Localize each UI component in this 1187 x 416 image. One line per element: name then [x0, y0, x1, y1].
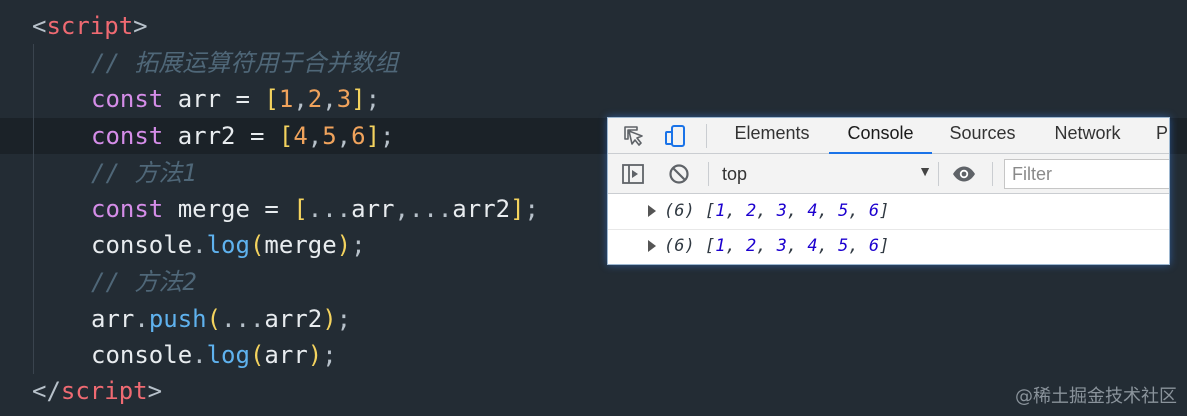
number-literal: 2 [307, 85, 323, 113]
tag-bracket-close: > [133, 12, 148, 40]
spread-operator: ... [408, 195, 453, 223]
context-label: top [722, 164, 748, 184]
console-toolbar: top ▼ [608, 154, 1169, 194]
operator-assign: = [235, 85, 250, 113]
tabbar-divider [706, 124, 707, 148]
code-comment: // 方法1 [91, 159, 197, 187]
toolbar-divider [708, 162, 709, 186]
keyword-const: const [91, 122, 164, 150]
function-push: push [148, 305, 207, 333]
keyword-const: const [91, 85, 164, 113]
devtools-panel: Elements Console Sources Network P top ▼… [607, 117, 1170, 265]
code-line-comment-method2[interactable]: // 方法2 [91, 264, 197, 300]
identifier-arr2: arr2 [452, 195, 511, 223]
operator-assign: = [264, 195, 279, 223]
tab-network[interactable]: Network [1040, 118, 1135, 154]
code-line-log-merge[interactable]: console.log(merge); [91, 227, 366, 263]
clear-console-icon[interactable] [665, 160, 693, 188]
indent-guide [33, 44, 34, 374]
identifier-merge: merge [264, 231, 337, 259]
toolbar-divider [938, 162, 939, 186]
filter-input[interactable] [1004, 159, 1169, 189]
expand-arrow-icon[interactable] [648, 205, 656, 217]
tab-elements[interactable]: Elements [722, 118, 822, 154]
live-expression-eye-icon[interactable] [950, 160, 978, 188]
code-line-open-tag[interactable]: <script> [32, 8, 148, 44]
console-log-row[interactable]: (6) [1, 2, 3, 4, 5, 6] [608, 195, 1169, 230]
identifier-console: console [91, 231, 193, 259]
spread-operator: ... [221, 305, 265, 333]
identifier-console: console [91, 341, 193, 369]
identifier-arr: arr [177, 85, 222, 113]
log-message: (6) [1, 2, 3, 4, 5, 6] [664, 236, 890, 256]
function-log: log [206, 341, 250, 369]
code-line-const-merge[interactable]: const merge = [...arr,...arr2]; [91, 191, 539, 227]
keyword-const: const [91, 195, 164, 223]
sidebar-toggle-icon[interactable] [619, 160, 647, 188]
code-line-const-arr[interactable]: const arr = [1,2,3]; [91, 81, 380, 117]
code-line-const-arr2[interactable]: const arr2 = [4,5,6]; [91, 118, 394, 154]
code-comment: // 方法2 [91, 268, 197, 296]
code-line-comment-method1[interactable]: // 方法1 [91, 155, 197, 191]
tab-sources[interactable]: Sources [940, 118, 1025, 154]
toolbar-divider [992, 162, 993, 186]
devtools-tabbar: Elements Console Sources Network P [608, 118, 1169, 154]
code-line-close-tag[interactable]: </script> [32, 373, 162, 409]
number-literal: 3 [336, 85, 352, 113]
inspect-element-icon[interactable] [620, 122, 648, 150]
number-literal: 4 [293, 122, 308, 150]
context-selector[interactable]: top ▼ [720, 160, 934, 188]
identifier-arr: arr [91, 305, 135, 333]
code-line-log-arr[interactable]: console.log(arr); [91, 337, 337, 373]
operator-assign: = [249, 122, 265, 150]
tag-bracket-open: < [32, 12, 47, 40]
identifier-arr2: arr2 [264, 305, 323, 333]
expand-arrow-icon[interactable] [648, 240, 656, 252]
dropdown-arrow-icon: ▼ [918, 163, 932, 179]
function-log: log [206, 231, 250, 259]
code-comment: // 拓展运算符用于合并数组 [91, 49, 399, 77]
number-literal: 5 [322, 122, 337, 150]
identifier-arr: arr [264, 341, 308, 369]
console-log-row[interactable]: (6) [1, 2, 3, 4, 5, 6] [608, 230, 1169, 264]
tag-name: script [46, 12, 134, 40]
tag-name: script [60, 377, 148, 405]
identifier-arr2: arr2 [177, 122, 236, 150]
tab-performance[interactable]: P [1156, 118, 1169, 154]
code-line-comment-merge[interactable]: // 拓展运算符用于合并数组 [91, 45, 398, 81]
code-line-push[interactable]: arr.push(...arr2); [91, 301, 351, 337]
tab-console[interactable]: Console [829, 118, 932, 154]
tag-bracket-open: </ [32, 377, 61, 405]
identifier-arr: arr [351, 195, 395, 223]
tag-bracket-close: > [147, 377, 163, 405]
device-toolbar-icon[interactable] [662, 122, 690, 150]
watermark: @稀土掘金技术社区 [1015, 386, 1177, 407]
log-message: (6) [1, 2, 3, 4, 5, 6] [664, 201, 890, 221]
identifier-merge: merge [177, 195, 250, 223]
number-literal: 6 [351, 122, 366, 150]
number-literal: 1 [278, 85, 294, 113]
spread-operator: ... [307, 195, 352, 223]
